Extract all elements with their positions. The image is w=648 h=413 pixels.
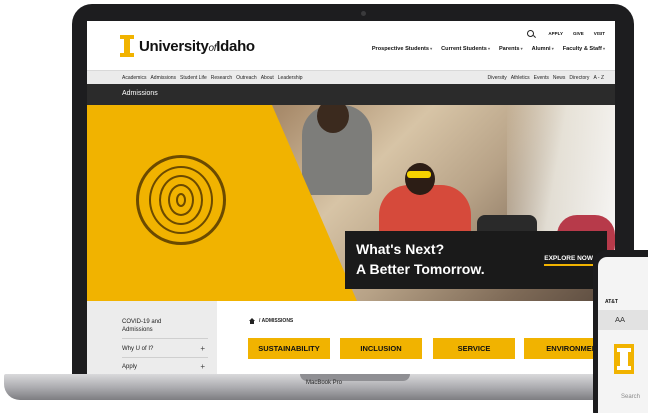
nav-parents[interactable]: Parents [499,46,523,52]
laptop-base: MacBook Pro [4,374,644,400]
phone-search-input[interactable]: Search [621,394,640,400]
nav-faculty-staff[interactable]: Faculty & Staff [563,46,605,52]
divider [122,357,208,358]
subnav-research[interactable]: Research [211,75,232,81]
apply-link[interactable]: APPLY [548,31,563,36]
nav-alumni[interactable]: Alumni [532,46,554,52]
phone-logo-icon [614,344,634,374]
laptop-model-label: MacBook Pro [305,380,342,386]
secondary-nav: Academics Admissions Student Life Resear… [87,70,615,84]
subnav-outreach[interactable]: Outreach [236,75,257,81]
main-nav: Prospective Students Current Students Pa… [372,46,605,52]
expand-plus-icon[interactable]: + [200,362,205,371]
side-item-why[interactable]: Why U of I? [122,345,153,353]
hero-headline: What's Next? [356,241,445,257]
device-mockup: UniversityofIdaho APPLY GIVE VISIT Prosp… [0,0,648,413]
subnav-student-life[interactable]: Student Life [180,75,207,81]
subnav-diversity[interactable]: Diversity [488,75,507,81]
visit-link[interactable]: VISIT [594,31,605,36]
subnav-about[interactable]: About [261,75,274,81]
hero-card: What's Next? A Better Tomorrow. EXPLORE … [345,231,607,289]
university-logo[interactable]: UniversityofIdaho [120,35,255,57]
text-size-button[interactable]: AA [615,315,625,324]
expand-plus-icon[interactable]: + [200,344,205,353]
subnav-events[interactable]: Events [534,75,549,81]
fingerprint-icon [136,155,226,245]
utility-nav: APPLY GIVE VISIT [527,30,605,37]
explore-now-button[interactable]: EXPLORE NOW [544,255,593,266]
tag-inclusion[interactable]: INCLUSION [340,338,422,359]
divider [122,338,208,339]
side-item-apply[interactable]: Apply [122,363,137,371]
give-link[interactable]: GIVE [573,31,584,36]
search-icon[interactable] [527,30,535,37]
hero-subheadline: A Better Tomorrow. [356,261,485,277]
side-item-covid[interactable]: COVID-19 and Admissions [122,318,192,334]
site-header: UniversityofIdaho APPLY GIVE VISIT Prosp… [87,21,615,70]
phone-screen: AT&T AA Search [598,257,648,413]
logo-i-icon [120,35,134,57]
section-title[interactable]: Admissions [122,90,158,97]
subnav-a-z[interactable]: A - Z [593,75,604,81]
subnav-academics[interactable]: Academics [122,75,146,81]
section-bar: Admissions [87,84,615,105]
breadcrumb-current: / ADMISSIONS [259,318,294,324]
nav-prospective-students[interactable]: Prospective Students [372,46,432,52]
subnav-leadership[interactable]: Leadership [278,75,303,81]
sunglasses-icon [407,171,431,178]
logo-text: UniversityofIdaho [139,37,255,55]
hero-banner: What's Next? A Better Tomorrow. EXPLORE … [87,105,615,301]
subnav-news[interactable]: News [553,75,566,81]
breadcrumb: / ADMISSIONS [249,318,293,324]
nav-current-students[interactable]: Current Students [441,46,490,52]
subnav-directory[interactable]: Directory [569,75,589,81]
home-icon[interactable] [249,318,255,324]
tag-sustainability[interactable]: SUSTAINABILITY [248,338,330,359]
tag-service[interactable]: SERVICE [433,338,515,359]
subnav-athletics[interactable]: Athletics [511,75,530,81]
laptop-screen: UniversityofIdaho APPLY GIVE VISIT Prosp… [87,21,615,376]
webcam-icon [361,11,366,16]
student-figure [405,163,435,195]
phone-carrier: AT&T [605,299,618,305]
side-nav: COVID-19 and Admissions Why U of I? + Ap… [87,301,217,376]
subnav-admissions[interactable]: Admissions [150,75,176,81]
